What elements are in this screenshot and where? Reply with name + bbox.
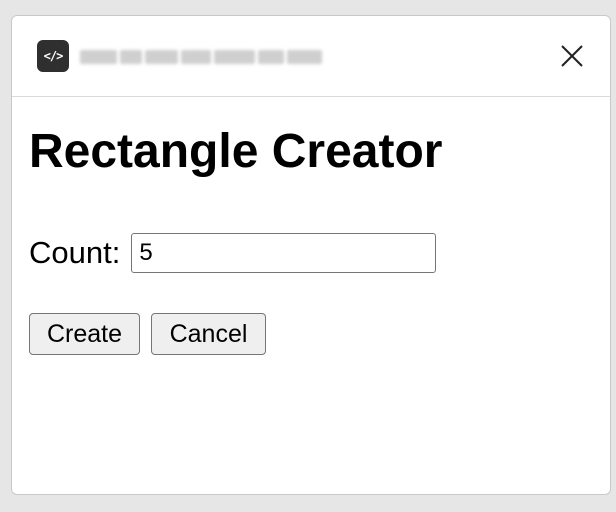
create-button[interactable]: Create [29,313,140,355]
title-bar: </> [12,16,610,97]
close-icon [561,45,583,67]
cancel-button[interactable]: Cancel [151,313,266,355]
button-row: Create Cancel [29,313,266,355]
close-button[interactable] [558,42,586,70]
dialog-content: Rectangle Creator Count: Create Cancel [12,97,610,494]
page-title: Rectangle Creator [29,125,443,178]
count-label: Count: [29,235,121,270]
count-input[interactable] [131,233,437,273]
dialog-window: </> Rectangle Creator Count: Create Canc… [11,15,611,495]
blurred-window-title [80,42,322,72]
count-row: Count: [29,232,437,274]
code-icon: </> [37,40,69,72]
